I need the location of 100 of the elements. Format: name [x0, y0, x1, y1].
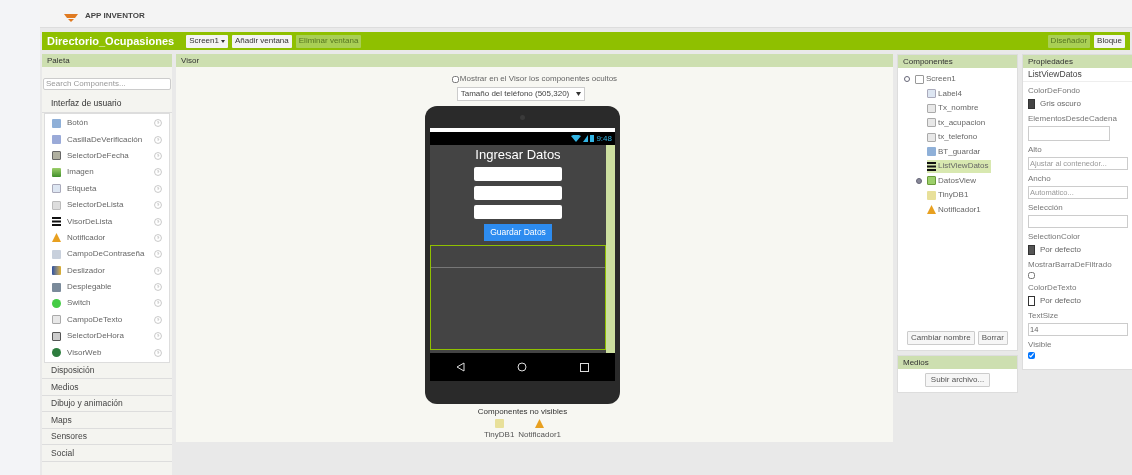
- property-label: Alto: [1028, 144, 1043, 156]
- palette-item[interactable]: Desplegable: [45, 278, 169, 296]
- back-icon[interactable]: [456, 362, 466, 372]
- tree-item[interactable]: tx_telefono: [927, 130, 980, 144]
- palette-item[interactable]: Deslizador: [45, 262, 169, 279]
- wifi-icon: [571, 135, 582, 142]
- help-icon[interactable]: [154, 233, 162, 242]
- help-icon[interactable]: [154, 151, 162, 160]
- help-icon[interactable]: [154, 135, 162, 144]
- help-icon[interactable]: [154, 266, 162, 275]
- palette-item[interactable]: VisorDeLista: [45, 213, 169, 230]
- size-dropdown[interactable]: Tamaño del teléfono (505,320): [456, 87, 586, 101]
- view-tab[interactable]: Bloque: [1094, 34, 1125, 48]
- help-icon[interactable]: [154, 250, 162, 259]
- tree-item[interactable]: BT_guardar: [927, 145, 983, 159]
- color-value: Gris oscuro: [1040, 98, 1081, 110]
- help-icon[interactable]: [154, 332, 162, 341]
- text-field[interactable]: [474, 186, 562, 200]
- help-icon[interactable]: [154, 168, 162, 177]
- tree-item[interactable]: Screen1: [915, 72, 958, 86]
- list-icon: [52, 217, 61, 227]
- help-icon[interactable]: [154, 299, 162, 308]
- checkbox[interactable]: [1028, 352, 1035, 359]
- home-icon[interactable]: [517, 362, 528, 372]
- database-icon: [927, 190, 936, 200]
- checkbox-icon: [52, 135, 61, 145]
- palette-item[interactable]: VisorWeb: [45, 344, 169, 361]
- color-swatch[interactable]: [1028, 296, 1035, 306]
- component-button[interactable]: Cambiar nombre: [907, 331, 975, 345]
- color-swatch[interactable]: [1028, 245, 1035, 255]
- save-button[interactable]: Guardar Datos: [484, 224, 552, 241]
- app-name: APP INVENTOR: [85, 10, 145, 22]
- component-name: ListViewDatos: [1023, 68, 1132, 82]
- help-icon[interactable]: [154, 184, 162, 193]
- tree-item[interactable]: TinyDB1: [927, 188, 971, 202]
- toolbar-button[interactable]: Añadir ventana: [231, 34, 292, 48]
- panel-header: Visor: [176, 54, 893, 67]
- section-title: Componentes no visibles: [477, 406, 568, 418]
- clock-time: 9:48: [596, 132, 612, 145]
- checkbox-label: Mostrar en el Visor los componentes ocultos: [459, 73, 618, 85]
- checkbox[interactable]: [451, 75, 459, 83]
- help-icon[interactable]: [154, 348, 162, 357]
- help-icon[interactable]: [154, 283, 162, 292]
- property-field[interactable]: [1028, 215, 1128, 228]
- palette-item[interactable]: SelectorDeHora: [45, 328, 169, 345]
- color-value: Por defecto: [1040, 244, 1081, 256]
- property-label: Selección: [1028, 202, 1064, 214]
- help-icon[interactable]: [154, 201, 162, 210]
- palette-item[interactable]: CasillaDeVerificación: [45, 131, 169, 148]
- tree-item[interactable]: tx_acupacion: [927, 116, 988, 130]
- dropdown-icon: [52, 282, 61, 292]
- palette-item[interactable]: SelectorDeLista: [45, 196, 169, 214]
- component-button[interactable]: Borrar: [977, 331, 1008, 345]
- help-icon[interactable]: [154, 119, 162, 128]
- group-header[interactable]: Sensores: [42, 428, 172, 446]
- checkbox[interactable]: [1028, 272, 1035, 279]
- screen-dropdown[interactable]: Screen1: [186, 34, 228, 48]
- password-icon: [52, 249, 61, 259]
- upload-button[interactable]: Subir archivo...: [924, 373, 991, 387]
- panel-header: Componentes: [898, 55, 1017, 68]
- expand-icon[interactable]: [916, 177, 922, 184]
- palette-item[interactable]: Imagen: [45, 164, 169, 181]
- tree-item[interactable]: Notificador1: [927, 203, 983, 217]
- palette-item[interactable]: Notificador: [45, 229, 169, 247]
- palette-item[interactable]: CampoDeContraseña: [45, 246, 169, 263]
- palette-item[interactable]: Etiqueta: [45, 180, 169, 197]
- screen-title: Ingresar Datos: [475, 148, 561, 162]
- tree-item[interactable]: ListViewDatos: [927, 159, 991, 173]
- palette-item[interactable]: SelectorDeFecha: [45, 147, 169, 165]
- text-field[interactable]: [474, 167, 562, 181]
- help-icon[interactable]: [154, 217, 162, 226]
- color-swatch[interactable]: [1028, 99, 1035, 109]
- warning-icon: [535, 419, 545, 428]
- warning-icon: [52, 233, 61, 243]
- palette-item[interactable]: Switch: [45, 295, 169, 312]
- tree-item[interactable]: Tx_nombre: [927, 101, 981, 115]
- text-field[interactable]: [474, 205, 562, 219]
- list-icon: [927, 161, 936, 171]
- help-icon[interactable]: [154, 315, 162, 324]
- group-header[interactable]: Maps: [42, 412, 172, 429]
- group-header[interactable]: Social: [42, 445, 172, 462]
- palette-item[interactable]: CampoDeTexto: [45, 311, 169, 329]
- recents-icon[interactable]: [579, 362, 589, 372]
- component-label: Notificador1: [518, 429, 562, 441]
- list-picker-icon: [52, 200, 61, 210]
- signal-icon: [583, 135, 589, 142]
- tree-item[interactable]: DatosView: [927, 174, 979, 188]
- collapse-icon[interactable]: [904, 76, 910, 83]
- search-field[interactable]: Search Components...: [43, 78, 171, 90]
- property-label: ElementosDesdeCadena: [1028, 113, 1118, 125]
- text-area[interactable]: [1028, 126, 1110, 141]
- calendar-icon: [52, 151, 61, 161]
- group-header[interactable]: Medios: [42, 379, 172, 396]
- tree-item[interactable]: Label4: [927, 87, 965, 101]
- group-header[interactable]: Disposición: [42, 362, 172, 380]
- slider-icon: [52, 266, 61, 276]
- screen-icon: [915, 74, 924, 84]
- property-label: Ancho: [1028, 173, 1052, 185]
- palette-item[interactable]: Botón: [45, 115, 169, 132]
- group-header[interactable]: Dibujo y animación: [42, 395, 172, 413]
